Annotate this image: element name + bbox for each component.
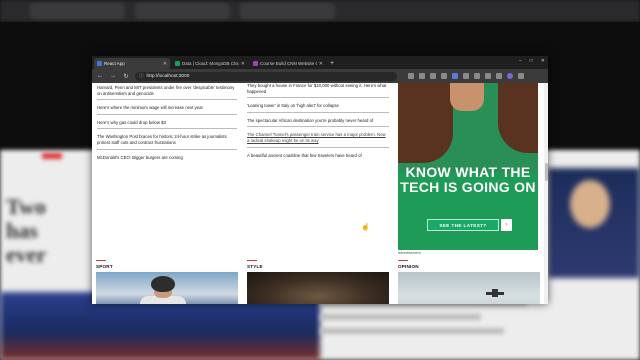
extensions-area	[408, 73, 524, 79]
background-tab	[240, 3, 335, 19]
section-rule	[398, 260, 408, 261]
section-title[interactable]: OPINION	[398, 264, 540, 269]
mouse-cursor-icon: ☝	[361, 224, 370, 231]
close-tab-icon[interactable]: ✕	[319, 61, 323, 67]
background-tab	[135, 3, 230, 19]
extension-icon[interactable]	[463, 73, 469, 79]
tab-mongodb[interactable]: Data | Cloud: MongoDB Cloud ✕	[172, 58, 248, 69]
headline-link[interactable]: They bought a house in France for $20,00…	[247, 83, 389, 99]
address-bar[interactable]: ⓘ http://localhost:3000	[135, 71, 397, 81]
site-info-icon[interactable]: ⓘ	[139, 73, 144, 79]
ad-photo-neck	[450, 83, 484, 111]
web-page: Harvard, Penn and MIT presidents under f…	[92, 83, 548, 304]
section-sport: SPORT	[96, 260, 238, 304]
close-window-button[interactable]: ✕	[541, 58, 545, 64]
window-controls: – □ ✕	[519, 58, 545, 64]
sport-image[interactable]	[96, 272, 238, 304]
page-scrollbar[interactable]	[544, 83, 548, 304]
course-favicon-icon	[253, 61, 258, 66]
address-text: http://localhost:3000	[146, 73, 190, 79]
minimize-button[interactable]: –	[519, 58, 522, 64]
headline-column-2: They bought a house in France for $20,00…	[247, 83, 389, 166]
headline-column-1: Harvard, Penn and MIT presidents under f…	[97, 85, 237, 168]
close-tab-icon[interactable]: ✕	[163, 61, 167, 67]
zoom-icon[interactable]	[419, 73, 425, 79]
browser-toolbar: ← → ↻ ⓘ http://localhost:3000	[92, 69, 548, 83]
style-image[interactable]	[247, 272, 389, 304]
opinion-image[interactable]	[398, 272, 540, 304]
bookmark-star-icon[interactable]	[441, 73, 447, 79]
profile-icon[interactable]	[507, 73, 513, 79]
sidebar-icon[interactable]	[496, 73, 502, 79]
forward-icon[interactable]: →	[109, 73, 117, 79]
maximize-button[interactable]: □	[530, 58, 533, 64]
headline-link[interactable]: The Channel Tunnel's passenger train ser…	[247, 132, 389, 148]
tab-react-app[interactable]: React App ✕	[94, 58, 170, 69]
headline-link[interactable]: Here's why gas could drop below $3	[97, 120, 237, 130]
new-tab-button[interactable]: +	[330, 58, 334, 69]
section-title[interactable]: STYLE	[247, 264, 389, 269]
headline-link[interactable]: A beautiful ancient coastline that few t…	[247, 153, 389, 162]
ad-photo-hair	[398, 83, 453, 163]
section-rule	[96, 260, 106, 261]
browser-window: React App ✕ Data | Cloud: MongoDB Cloud …	[92, 56, 548, 304]
background-tab-bar	[0, 0, 640, 22]
section-rule	[247, 260, 257, 261]
ad-cta-button[interactable]: SEE THE LATEST?	[427, 219, 499, 231]
extension-icon[interactable]	[474, 73, 480, 79]
tab-bar: React App ✕ Data | Cloud: MongoDB Cloud …	[92, 56, 548, 69]
section-opinion: OPINION	[398, 260, 540, 304]
advertisement-banner[interactable]: KNOW WHAT THE TECH IS GOING ON SEE THE L…	[398, 83, 538, 250]
section-style: STYLE	[247, 260, 389, 304]
reload-icon[interactable]: ↻	[122, 73, 130, 80]
headline-link[interactable]: Here's where the minimum wage will incre…	[97, 105, 237, 115]
background-face	[570, 180, 610, 228]
headline-link[interactable]: The spectacular African destination you'…	[247, 118, 389, 128]
headline-link[interactable]: The Washington Post braces for historic …	[97, 134, 237, 150]
scrollbar-thumb[interactable]	[544, 163, 548, 181]
mongodb-favicon-icon	[175, 61, 180, 66]
ad-headline: KNOW WHAT THE TECH IS GOING ON	[400, 164, 536, 195]
tab-course[interactable]: Course Build CNN Website Cl... ✕	[250, 58, 326, 69]
back-icon[interactable]: ←	[96, 73, 104, 79]
background-tab	[30, 3, 125, 19]
section-title[interactable]: SPORT	[96, 264, 238, 269]
share-icon[interactable]	[430, 73, 436, 79]
extension-icon[interactable]	[452, 73, 458, 79]
menu-dots-icon[interactable]	[518, 73, 524, 79]
close-tab-icon[interactable]: ✕	[241, 61, 245, 67]
cast-icon[interactable]	[408, 73, 414, 79]
headline-link[interactable]: McDonald's CEO: Bigger burgers are comin…	[97, 155, 237, 164]
ad-caption: advertisement	[398, 251, 421, 255]
headline-link[interactable]: 'Leaning tower' in Italy on 'high alert'…	[247, 103, 389, 113]
chevron-right-icon[interactable]: ›	[501, 219, 512, 231]
headline-link[interactable]: Harvard, Penn and MIT presidents under f…	[97, 85, 237, 101]
background-headline: Two has ever	[6, 194, 47, 267]
background-text-lines	[320, 300, 550, 350]
background-accent	[42, 153, 62, 159]
react-favicon-icon	[97, 61, 102, 66]
extension-icon[interactable]	[485, 73, 491, 79]
